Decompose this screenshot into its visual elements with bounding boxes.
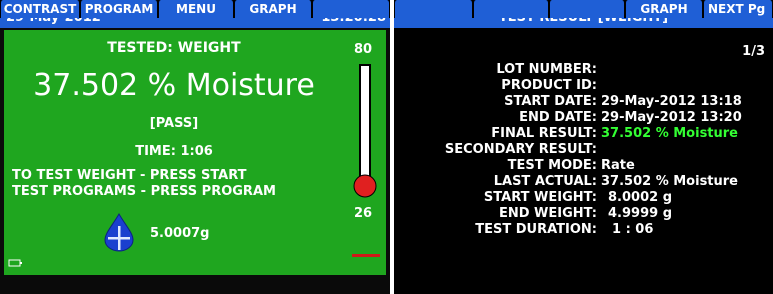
graph-softkey[interactable]: GRAPH [234,0,312,18]
program-softkey[interactable]: PROGRAM [80,0,158,18]
field-label: SECONDARY RESULT: [444,142,597,157]
softkey-bar: CONTRAST PROGRAM MENU GRAPH [0,0,390,18]
field-end-weight: END WEIGHT: 4.9999 g [394,206,773,222]
result-value: 37.502 % Moisture [33,68,315,103]
field-label: START WEIGHT: [483,190,597,205]
field-label: PRODUCT ID: [501,78,597,93]
field-label: LAST ACTUAL: [493,174,597,189]
blank-softkey-1[interactable] [394,0,473,18]
field-value: Rate [601,158,635,173]
contrast-softkey[interactable]: CONTRAST [0,0,80,18]
field-label: END WEIGHT: [498,206,597,221]
field-start-date: START DATE: 29-May-2012 13:18 [394,94,773,110]
result-details: 1/3 LOT NUMBER: PRODUCT ID: START DATE: … [394,30,773,275]
thermometer-min: 26 [354,206,373,221]
field-test-mode: TEST MODE: Rate [394,158,773,174]
moisture-drop-icon [104,213,134,252]
blank-softkey[interactable] [312,0,390,18]
time-label: TIME: 1:06 [135,144,213,159]
battery-icon [8,259,22,267]
thermometer-max: 80 [354,42,373,57]
field-test-duration: TEST DURATION: 1 : 06 [394,222,773,238]
field-value: 1 : 06 [612,222,654,237]
field-value: 29-May-2012 13:18 [601,94,742,109]
field-value: 37.502 % Moisture [601,174,739,189]
tested-label: TESTED: WEIGHT [107,40,241,56]
field-end-date: END DATE: 29-May-2012 13:20 [394,110,773,126]
sample-weight: 5.0007g [150,226,210,241]
test-result-screen: TEST RESULT [WEIGHT] 1/3 LOT NUMBER: PRO… [394,0,773,294]
instruction-start: TO TEST WEIGHT - PRESS START [12,168,247,183]
field-value: 29-May-2012 13:20 [601,110,742,125]
field-label: TEST DURATION: [475,222,597,237]
field-label: FINAL RESULT: [491,126,597,141]
result-panel: TESTED: WEIGHT 37.502 % Moisture [PASS] … [4,30,386,275]
field-label: LOT NUMBER: [496,62,597,77]
page-indicator: 1/3 [742,44,765,59]
graph-softkey[interactable]: GRAPH [625,0,703,18]
field-label: START DATE: [504,94,597,109]
final-result-value: 37.502 % Moisture [601,126,739,141]
field-value: 8.0002 g [608,190,672,205]
field-secondary-result: SECONDARY RESULT: [394,142,773,158]
blank-softkey-3[interactable] [549,0,625,18]
menu-softkey[interactable]: MENU [158,0,234,18]
field-last-actual: LAST ACTUAL: 37.502 % Moisture [394,174,773,190]
instruction-program: TEST PROGRAMS - PRESS PROGRAM [12,184,276,199]
field-start-weight: START WEIGHT: 8.0002 g [394,190,773,206]
field-label: TEST MODE: [507,158,597,173]
field-product-id: PRODUCT ID: [394,78,773,94]
thermometer-icon [353,64,377,198]
softkey-bar: GRAPH NEXT Pg [394,0,773,18]
next-page-softkey[interactable]: NEXT Pg [703,0,773,18]
main-screen: 29-May-2012 13:20:28 TESTED: WEIGHT 37.5… [0,0,390,294]
field-lot-number: LOT NUMBER: [394,62,773,78]
blank-softkey-2[interactable] [473,0,549,18]
minimum-marker [352,254,380,257]
field-final-result: FINAL RESULT: 37.502 % Moisture [394,126,773,142]
pass-status: [PASS] [149,116,199,131]
field-label: END DATE: [519,110,597,125]
field-value: 4.9999 g [608,206,672,221]
